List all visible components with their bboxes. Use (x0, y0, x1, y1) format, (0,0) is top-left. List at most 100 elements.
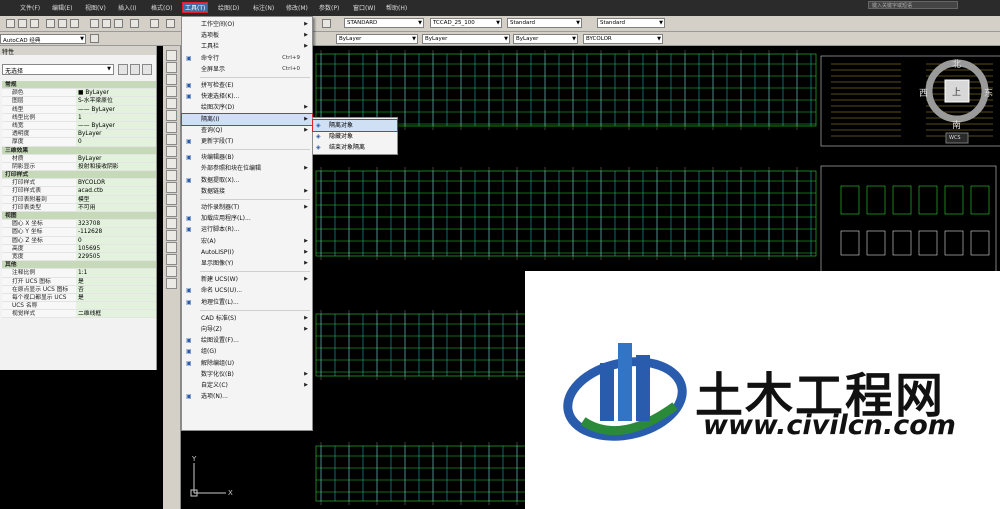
tools-menu-item[interactable]: 新建 UCS(W) ▶ (182, 274, 312, 285)
property-row[interactable]: 打印表附着到 模型 (2, 195, 156, 204)
property-row[interactable]: 打印样式 BYCOLOR (2, 179, 156, 188)
menu-window[interactable]: 窗口(W) (353, 3, 376, 12)
isolate-submenu-item[interactable]: ◈ 隐藏对象 (313, 131, 397, 142)
property-value[interactable]: 是 (76, 277, 156, 285)
tools-menu-item[interactable]: ▣ 更新字段(T) (182, 136, 312, 147)
ellipse-icon[interactable] (166, 158, 177, 169)
add-selected-icon[interactable] (166, 278, 177, 289)
region-icon[interactable] (166, 242, 177, 253)
wcs-menu[interactable]: WCS (949, 135, 961, 141)
table-icon[interactable] (166, 254, 177, 265)
property-value[interactable]: 模型 (76, 195, 156, 203)
tools-menu-item[interactable]: ▣ 加载应用程序(L)... (182, 213, 312, 224)
tools-menu-item[interactable]: ▣ 绘图设置(F)... (182, 335, 312, 346)
tools-menu-item[interactable]: 向导(Z) ▶ (182, 324, 312, 335)
select-objects-icon[interactable] (130, 64, 140, 75)
cut-icon[interactable] (90, 19, 99, 28)
property-value[interactable]: 是 (76, 293, 156, 302)
property-value[interactable]: —— ByLayer (76, 121, 156, 130)
property-row[interactable]: 透明度 ByLayer (2, 130, 156, 139)
tools-menu-item[interactable]: 工具栏 ▶ (182, 41, 312, 52)
insert-block-icon[interactable] (166, 182, 177, 193)
property-section-header[interactable]: 视图 (2, 212, 156, 221)
plot-preview-icon[interactable] (58, 19, 67, 28)
tools-menu-item[interactable]: AutoLISP(I) ▶ (182, 247, 312, 258)
arc-icon[interactable] (166, 110, 177, 121)
tools-menu-item[interactable]: 宏(A) ▶ (182, 236, 312, 247)
property-row[interactable]: 厚度 0 (2, 138, 156, 147)
property-value[interactable]: 否 (76, 285, 156, 293)
construction-line-icon[interactable] (166, 62, 177, 73)
copy-icon[interactable] (102, 19, 111, 28)
property-value[interactable]: ByLayer (76, 130, 156, 138)
property-section-header[interactable]: 其他 (2, 261, 156, 270)
tools-menu-item[interactable]: 数据链接 ▶ (182, 186, 312, 197)
mtext-icon[interactable] (166, 266, 177, 277)
tools-menu-item[interactable]: 自定义(C) ▶ (182, 380, 312, 391)
menu-dimension[interactable]: 标注(N) (253, 3, 274, 12)
color-select[interactable]: ByLayer ▼ (336, 34, 418, 44)
polygon-icon[interactable] (166, 86, 177, 97)
tools-menu-item[interactable]: ▣ 解除编组(U) (182, 358, 312, 369)
rectangle-icon[interactable] (166, 98, 177, 109)
tools-menu-item[interactable]: 外部参照和块在位编辑 ▶ (182, 163, 312, 174)
dim-style-select[interactable]: TCCAD_25_100 ▼ (430, 18, 502, 28)
property-section-header[interactable]: 打印样式 (2, 171, 156, 180)
open-file-icon[interactable] (18, 19, 27, 28)
tools-menu-item[interactable]: CAD 标准(S) ▶ (182, 313, 312, 324)
make-block-icon[interactable] (166, 194, 177, 205)
plot-style-select[interactable]: BYCOLOR ▼ (583, 34, 663, 44)
property-value[interactable]: 不可用 (76, 203, 156, 211)
point-icon[interactable] (166, 206, 177, 217)
property-row[interactable]: 高度 105695 (2, 244, 156, 253)
property-section-header[interactable]: 三维效果 (2, 146, 156, 155)
tools-menu-item[interactable]: ▣ 地理位置(L)... (182, 297, 312, 308)
property-value[interactable] (76, 302, 156, 310)
line-icon[interactable] (166, 50, 177, 61)
lineweight-select[interactable]: ByLayer ▼ (513, 34, 578, 44)
undo-icon[interactable] (150, 19, 159, 28)
property-value[interactable]: S-水平梁原位 (76, 97, 156, 105)
isolate-submenu-item[interactable]: ◈ 隔离对象 (312, 119, 398, 132)
compass-west[interactable]: 西 (919, 86, 928, 99)
property-row[interactable]: 打开 UCS 图标是 (2, 277, 156, 286)
menu-parametric[interactable]: 参数(P) (319, 3, 339, 12)
viewcube[interactable]: 北 南 西 东 上 WCS (919, 55, 993, 145)
tools-menu-item[interactable]: ▣ 运行脚本(R)... (182, 224, 312, 235)
property-row[interactable]: 打印表类型 不可用 (2, 203, 156, 212)
quick-select-icon[interactable] (142, 64, 152, 75)
spline-icon[interactable] (166, 146, 177, 157)
tools-menu-item[interactable]: 显示图像(Y) ▶ (182, 258, 312, 269)
menu-edit[interactable]: 编辑(E) (52, 3, 72, 12)
property-value[interactable]: 0 (76, 236, 156, 244)
menu-file[interactable]: 文件(F) (20, 3, 40, 12)
property-row[interactable]: 打印样式表 acad.ctb (2, 187, 156, 196)
gradient-icon[interactable] (166, 230, 177, 241)
property-value[interactable]: 323708 (76, 220, 156, 228)
workspace-settings-icon[interactable] (90, 34, 99, 43)
tools-menu-item[interactable]: 数字化仪(B) ▶ (182, 369, 312, 380)
property-value[interactable]: 105695 (76, 244, 156, 252)
property-row[interactable]: 线型比例 1 (2, 113, 156, 122)
paste-icon[interactable] (114, 19, 123, 28)
property-value[interactable]: BYCOLOR (76, 179, 156, 187)
tools-menu-item[interactable]: 隔离(I) ▶ (181, 112, 313, 126)
property-row[interactable]: 圆心 Z 坐标 0 (2, 236, 156, 245)
tools-menu-item[interactable]: ▣ 选项(N)... (182, 391, 312, 402)
tools-menu-item[interactable]: ▣ 快速选择(K)... (182, 91, 312, 102)
property-value[interactable]: acad.ctb (76, 187, 156, 195)
tools-menu-item[interactable]: ▣ 命名 UCS(U)... (182, 285, 312, 296)
menu-draw[interactable]: 绘图(D) (218, 3, 239, 12)
table-style-select[interactable]: Standard ▼ (507, 18, 582, 28)
workspace-select[interactable]: AutoCAD 经典 ▼ (0, 34, 86, 44)
property-value[interactable]: 0 (76, 138, 156, 146)
property-row[interactable]: 图层 S-水平梁原位 (2, 97, 156, 106)
tools-menu-item[interactable]: ▣ 组(G) (182, 346, 312, 357)
save-icon[interactable] (30, 19, 39, 28)
mleader-style-select[interactable]: Standard ▼ (597, 18, 665, 28)
publish-icon[interactable] (70, 19, 79, 28)
text-style-select[interactable]: STANDARD ▼ (344, 18, 424, 28)
property-row[interactable]: 颜色 ■ ByLayer (2, 89, 156, 98)
property-row[interactable]: 宽度 229505 (2, 252, 156, 262)
property-row[interactable]: UCS 名称 (2, 302, 156, 311)
